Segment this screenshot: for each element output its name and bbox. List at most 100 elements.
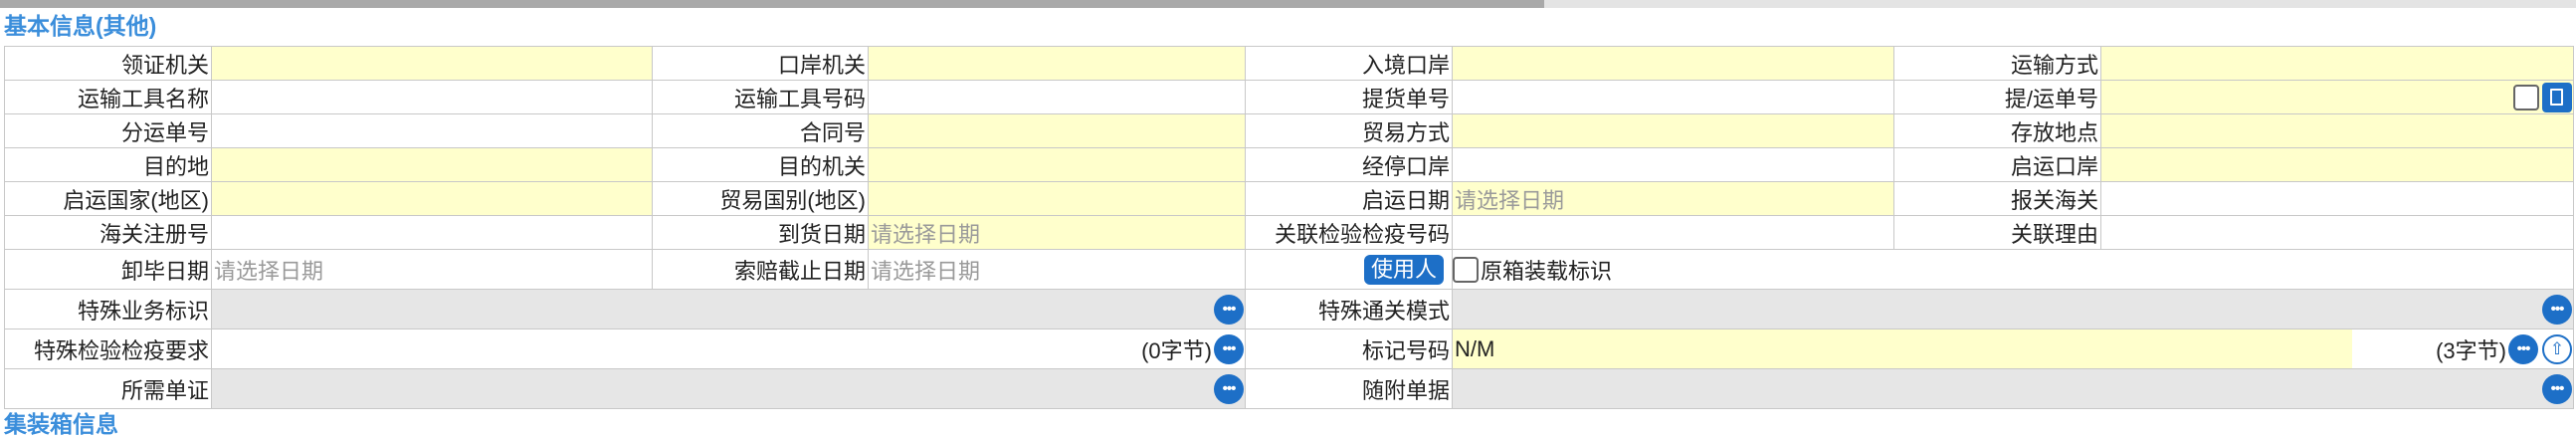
transport-bill-label: 提/运单号 — [1893, 80, 2101, 114]
special-inspection-req-label: 特殊检验检疫要求 — [4, 328, 212, 369]
required-certificates-label: 所需单证 — [4, 368, 212, 409]
form-row: 分运单号 合同号 贸易方式 存放地点 — [4, 113, 2574, 148]
entry-port-label: 入境口岸 — [1245, 46, 1453, 81]
special-clearance-mode-cell: ••• — [1452, 289, 2574, 329]
claim-deadline-input[interactable]: 请选择日期 — [868, 249, 1246, 290]
trade-mode-input[interactable] — [1452, 113, 1894, 148]
bill-of-lading-input[interactable] — [1452, 80, 1894, 114]
customs-input[interactable] — [2100, 181, 2574, 216]
more-icon[interactable]: ••• — [2542, 294, 2572, 325]
special-business-flag-label: 特殊业务标识 — [4, 289, 212, 329]
issuing-authority-label: 领证机关 — [4, 46, 212, 81]
port-authority-label: 口岸机关 — [652, 46, 869, 81]
attached-documents-cell: ••• — [1452, 368, 2574, 409]
destination-label: 目的地 — [4, 147, 212, 182]
horizontal-scrollbar[interactable] — [0, 0, 2576, 8]
destination-authority-input[interactable] — [868, 147, 1246, 182]
claim-deadline-label: 索赔截止日期 — [652, 249, 869, 290]
departure-port-label: 启运口岸 — [1893, 147, 2101, 182]
vehicle-number-label: 运输工具号码 — [652, 80, 869, 114]
special-inspection-req-input[interactable] — [213, 330, 1142, 368]
vehicle-name-input[interactable] — [211, 80, 653, 114]
stopover-port-label: 经停口岸 — [1245, 147, 1453, 182]
sub-bill-input[interactable] — [211, 113, 653, 148]
unload-date-placeholder: 请选择日期 — [214, 258, 324, 284]
departure-date-placeholder: 请选择日期 — [1455, 187, 1565, 213]
entry-port-input[interactable] — [1452, 46, 1894, 81]
form-row: 特殊业务标识 ••• 特殊通关模式 ••• — [4, 289, 2574, 329]
transport-bill-input[interactable] — [2102, 82, 2514, 113]
use-person-cell: 使用人 — [1245, 249, 1453, 290]
marks-no-spacer — [2352, 330, 2436, 368]
customs-reg-no-input[interactable] — [211, 215, 653, 250]
special-business-flag-cell: ••• — [211, 289, 1246, 329]
departure-country-label: 启运国家(地区) — [4, 181, 212, 216]
trade-country-label: 贸易国别(地区) — [652, 181, 869, 216]
transport-bill-checkbox[interactable] — [2513, 84, 2539, 110]
more-icon[interactable]: ••• — [1214, 333, 1244, 364]
trade-mode-label: 贸易方式 — [1245, 113, 1453, 148]
required-certificates-input[interactable] — [213, 370, 1215, 408]
special-clearance-mode-input[interactable] — [1454, 291, 2543, 328]
attached-documents-label: 随附单据 — [1245, 368, 1453, 409]
required-certificates-cell: ••• — [211, 368, 1246, 409]
special-business-flag-input[interactable] — [213, 291, 1215, 328]
departure-port-input[interactable] — [2100, 147, 2574, 182]
transport-mode-label: 运输方式 — [1893, 46, 2101, 81]
marks-no-label: 标记号码 — [1245, 328, 1453, 369]
sub-bill-label: 分运单号 — [4, 113, 212, 148]
section-title-container-info: 集装箱信息 — [4, 411, 118, 437]
form-row: 特殊检验检疫要求 (0字节) ••• 标记号码 N/M (3字节) ••• ⇧ — [4, 328, 2574, 369]
customs-label: 报关海关 — [1893, 181, 2101, 216]
more-icon[interactable]: ••• — [1214, 294, 1244, 325]
departure-date-input[interactable]: 请选择日期 — [1452, 181, 1894, 216]
issuing-authority-input[interactable] — [211, 46, 653, 81]
form-row: 运输工具名称 运输工具号码 提货单号 提/运单号 — [4, 80, 2574, 114]
original-container-cell: 原箱装载标识 — [1452, 249, 2574, 290]
bill-of-lading-label: 提货单号 — [1245, 80, 1453, 114]
basic-info-form: 领证机关 口岸机关 入境口岸 运输方式 运输工具名称 运输工具号码 提货单号 提… — [4, 46, 2574, 409]
attached-documents-input[interactable] — [1454, 370, 2543, 408]
vehicle-number-input[interactable] — [868, 80, 1246, 114]
more-icon[interactable]: ••• — [2542, 373, 2572, 404]
port-authority-input[interactable] — [868, 46, 1246, 81]
upload-icon[interactable]: ⇧ — [2542, 333, 2572, 364]
marks-no-value: N/M — [1455, 335, 1495, 361]
trade-country-input[interactable] — [868, 181, 1246, 216]
departure-date-label: 启运日期 — [1245, 181, 1453, 216]
form-row: 卸毕日期 请选择日期 索赔截止日期 请选择日期 使用人 原箱装载标识 — [4, 249, 2574, 290]
unload-date-input[interactable]: 请选择日期 — [211, 249, 653, 290]
storage-place-input[interactable] — [2100, 113, 2574, 148]
unload-date-label: 卸毕日期 — [4, 249, 212, 290]
transport-mode-input[interactable] — [2100, 46, 2574, 81]
related-reason-label: 关联理由 — [1893, 215, 2101, 250]
marks-no-input[interactable]: N/M — [1453, 329, 2352, 368]
related-reason-input[interactable] — [2100, 215, 2574, 250]
marks-no-cell: N/M (3字节) ••• ⇧ — [1452, 328, 2574, 369]
special-clearance-mode-label: 特殊通关模式 — [1245, 289, 1453, 329]
use-person-button[interactable]: 使用人 — [1363, 254, 1444, 285]
transport-bill-cell — [2100, 80, 2574, 114]
departure-country-input[interactable] — [211, 181, 653, 216]
form-row: 所需单证 ••• 随附单据 ••• — [4, 368, 2574, 409]
customs-reg-no-label: 海关注册号 — [4, 215, 212, 250]
related-inspection-no-input[interactable] — [1452, 215, 1894, 250]
stopover-port-input[interactable] — [1452, 147, 1894, 182]
arrival-date-placeholder: 请选择日期 — [871, 221, 981, 247]
special-inspection-byte-count: (0字节) — [1141, 337, 1212, 363]
scrollbar-thumb[interactable] — [0, 0, 1544, 8]
more-icon[interactable]: ••• — [1214, 373, 1244, 404]
form-row: 启运国家(地区) 贸易国别(地区) 启运日期 请选择日期 报关海关 — [4, 181, 2574, 216]
arrival-date-input[interactable]: 请选择日期 — [868, 215, 1246, 250]
destination-authority-label: 目的机关 — [652, 147, 869, 182]
destination-input[interactable] — [211, 147, 653, 182]
original-container-checkbox[interactable] — [1453, 256, 1479, 283]
more-icon[interactable]: ••• — [2508, 333, 2538, 364]
form-row: 海关注册号 到货日期 请选择日期 关联检验检疫号码 关联理由 — [4, 215, 2574, 250]
original-container-label: 原箱装载标识 — [1481, 258, 1613, 284]
document-icon[interactable] — [2542, 82, 2572, 112]
marks-no-byte-count: (3字节) — [2436, 337, 2506, 363]
related-inspection-no-label: 关联检验检疫号码 — [1245, 215, 1453, 250]
contract-no-input[interactable] — [868, 113, 1246, 148]
vehicle-name-label: 运输工具名称 — [4, 80, 212, 114]
